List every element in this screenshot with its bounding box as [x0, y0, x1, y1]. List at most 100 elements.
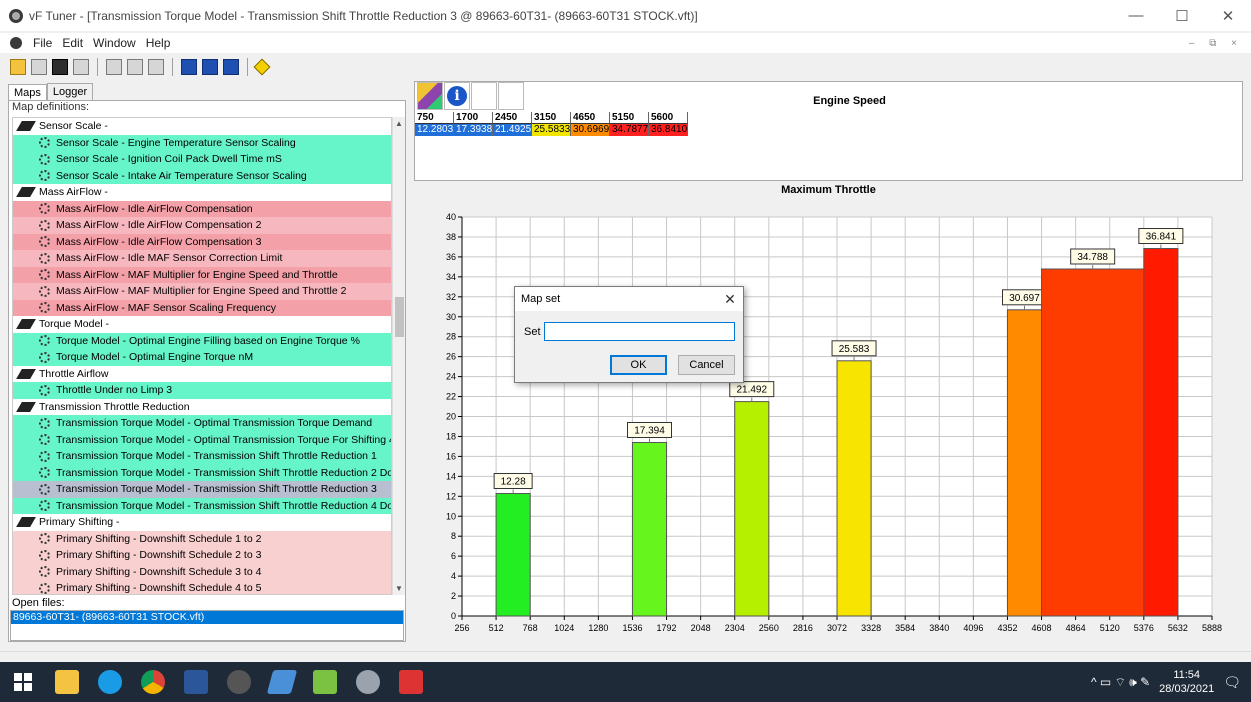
tree-map-item[interactable]: Transmission Torque Model - Transmission…: [13, 448, 391, 465]
app-red-icon[interactable]: [399, 670, 423, 694]
properties-icon[interactable]: [31, 59, 47, 75]
tree-map-item[interactable]: Primary Shifting - Downshift Schedule 1 …: [13, 530, 391, 547]
x-tick-label: 1536: [622, 623, 642, 633]
tree-group[interactable]: Torque Model -: [13, 316, 391, 333]
save-as-icon[interactable]: [73, 59, 89, 75]
chart-bar[interactable]: [1143, 248, 1179, 617]
tree-map-item[interactable]: Mass AirFlow - Idle AirFlow Compensation…: [13, 233, 391, 250]
table-value-cell[interactable]: 12.2803: [415, 124, 454, 136]
app-grey-icon[interactable]: [356, 670, 380, 694]
chart-bar[interactable]: [1041, 268, 1145, 617]
chart-bar[interactable]: [836, 360, 872, 617]
tree-group[interactable]: Throttle Airflow: [13, 366, 391, 383]
tree-map-item[interactable]: Mass AirFlow - Idle AirFlow Compensation: [13, 200, 391, 217]
word-icon[interactable]: [184, 670, 208, 694]
tree-map-item[interactable]: Primary Shifting - Downshift Schedule 3 …: [13, 563, 391, 580]
tree-group[interactable]: Mass AirFlow -: [13, 184, 391, 201]
menu-window[interactable]: Window: [88, 36, 141, 50]
gear-icon: [39, 252, 50, 264]
tile-vertical-icon[interactable]: [223, 59, 239, 75]
chart-bar[interactable]: [734, 401, 770, 617]
ok-button[interactable]: OK: [610, 355, 667, 375]
table-header-cell[interactable]: 2450: [493, 112, 532, 124]
scroll-down-icon[interactable]: ▼: [395, 584, 403, 593]
tree-group[interactable]: Primary Shifting -: [13, 514, 391, 531]
tree-map-item[interactable]: Transmission Torque Model - Optimal Tran…: [13, 431, 391, 448]
tree-map-item[interactable]: Primary Shifting - Downshift Schedule 2 …: [13, 547, 391, 564]
bar-value-label: 21.492: [736, 385, 767, 396]
tree-scrollbar[interactable]: ▲ ▼: [392, 117, 405, 595]
tree-map-item[interactable]: Sensor Scale - Intake Air Temperature Se…: [13, 167, 391, 184]
chrome-icon[interactable]: [141, 670, 165, 694]
table-header-cell[interactable]: 750: [415, 112, 454, 124]
cascade-windows-icon[interactable]: [181, 59, 197, 75]
table-header-cell[interactable]: 5600: [649, 112, 688, 124]
table-value-cell[interactable]: 30.6969: [571, 124, 610, 136]
menu-help[interactable]: Help: [141, 36, 176, 50]
windows-start-icon[interactable]: [14, 673, 32, 691]
minimize-button[interactable]: —: [1113, 0, 1159, 31]
table-value-cell[interactable]: 21.4925: [493, 124, 532, 136]
tree-map-item[interactable]: Transmission Torque Model - Transmission…: [13, 481, 391, 498]
save-icon[interactable]: [52, 59, 68, 75]
vf-tuner-icon[interactable]: [227, 670, 251, 694]
table-value-cell[interactable]: 25.5833: [532, 124, 571, 136]
tree-map-item[interactable]: Mass AirFlow - MAF Multiplier for Engine…: [13, 283, 391, 300]
tree-map-item[interactable]: Mass AirFlow - MAF Multiplier for Engine…: [13, 266, 391, 283]
menu-file[interactable]: File: [28, 36, 57, 50]
open-file-item[interactable]: 89663-60T31- (89663-60T31 STOCK.vft): [11, 611, 403, 624]
set-input[interactable]: [544, 322, 735, 341]
copy-icon[interactable]: [127, 59, 143, 75]
open-folder-icon[interactable]: [10, 59, 26, 75]
app-green-icon[interactable]: [313, 670, 337, 694]
table-value-cell[interactable]: 36.8410: [649, 124, 688, 136]
tile-horizontal-icon[interactable]: [202, 59, 218, 75]
table-value-cell[interactable]: 17.3938: [454, 124, 493, 136]
table-header-cell[interactable]: 3150: [532, 112, 571, 124]
app-blue-icon[interactable]: [266, 670, 298, 694]
scroll-thumb[interactable]: [395, 297, 404, 337]
tree-map-item[interactable]: Transmission Torque Model - Optimal Tran…: [13, 415, 391, 432]
table-header-cell[interactable]: 4650: [571, 112, 610, 124]
notification-icon[interactable]: 🗨: [1223, 674, 1241, 691]
tray-icons[interactable]: ^ ▭ ⌔ 🕪 ✎: [1091, 675, 1150, 690]
gear-icon: [39, 302, 50, 314]
skype-icon[interactable]: [98, 670, 122, 694]
tree-map-item[interactable]: Sensor Scale - Ignition Coil Pack Dwell …: [13, 151, 391, 168]
cancel-button[interactable]: Cancel: [678, 355, 735, 375]
y-tick-label: 18: [446, 431, 456, 441]
document-system-menu-icon[interactable]: [10, 37, 22, 49]
tree-group[interactable]: Sensor Scale -: [13, 118, 391, 135]
table-header-cell[interactable]: 5150: [610, 112, 649, 124]
tree-item-label: Torque Model -: [39, 318, 110, 330]
tree-map-item[interactable]: Mass AirFlow - Idle AirFlow Compensation…: [13, 217, 391, 234]
table-value-cell[interactable]: 34.7877: [610, 124, 649, 136]
maximize-button[interactable]: ☐: [1159, 0, 1205, 31]
tab-logger[interactable]: Logger: [46, 83, 94, 100]
tree-map-item[interactable]: Transmission Torque Model - Transmission…: [13, 464, 391, 481]
paste-icon[interactable]: [148, 59, 164, 75]
chart-bar[interactable]: [631, 441, 668, 617]
tree-map-item[interactable]: Transmission Torque Model - Transmission…: [13, 497, 391, 514]
tree-map-item[interactable]: Torque Model - Optimal Engine Torque nM: [13, 349, 391, 366]
tree-map-item[interactable]: Mass AirFlow - Idle MAF Sensor Correctio…: [13, 250, 391, 267]
tree-map-item[interactable]: Throttle Under no Limp 3: [13, 382, 391, 399]
tree-map-item[interactable]: Mass AirFlow - MAF Sensor Scaling Freque…: [13, 299, 391, 316]
tree-map-item[interactable]: Sensor Scale - Engine Temperature Sensor…: [13, 134, 391, 151]
chart-bar[interactable]: [1006, 309, 1043, 617]
close-button[interactable]: ✕: [1205, 0, 1251, 31]
cut-icon[interactable]: [106, 59, 122, 75]
table-header-cell[interactable]: 1700: [454, 112, 493, 124]
tree-group[interactable]: Transmission Throttle Reduction: [13, 399, 391, 416]
tab-maps[interactable]: Maps: [8, 84, 47, 101]
tree-map-item[interactable]: Torque Model - Optimal Engine Filling ba…: [13, 332, 391, 349]
clock[interactable]: 11:54 28/03/2021: [1159, 668, 1214, 696]
tree-map-item[interactable]: Primary Shifting - Downshift Schedule 4 …: [13, 580, 391, 594]
scroll-up-icon[interactable]: ▲: [395, 119, 403, 128]
tune-tool-icon[interactable]: [253, 58, 271, 76]
chart-bar[interactable]: [495, 493, 531, 617]
mdi-window-controls[interactable]: – ⧉ ×: [1189, 38, 1243, 49]
menu-edit[interactable]: Edit: [57, 36, 88, 50]
dialog-close-icon[interactable]: ✕: [717, 291, 743, 308]
file-explorer-icon[interactable]: [55, 670, 79, 694]
